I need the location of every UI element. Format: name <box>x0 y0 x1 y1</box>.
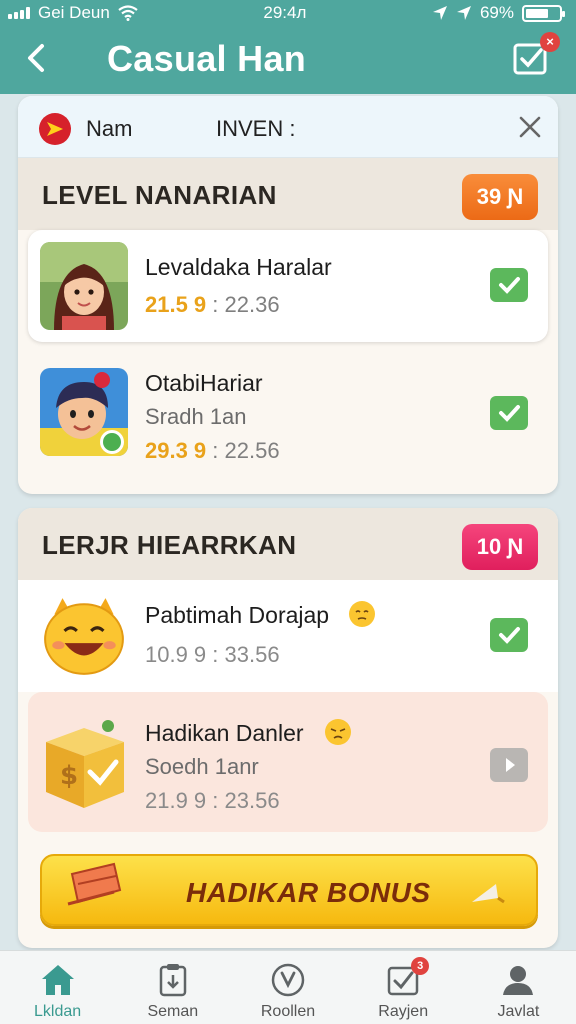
arrow-icon <box>472 884 505 904</box>
battery-percent: 69% <box>479 3 514 22</box>
list-item[interactable]: Pabtimah Dorajap 10.9 9 : 33.56 <box>18 580 558 692</box>
inventory-label: INVEN : <box>216 116 296 141</box>
panel-top-bar: Nam INVEN : <box>18 96 558 158</box>
section-title: LERJR HIEARRKAN <box>42 530 297 560</box>
status-time: 29:4л <box>263 3 307 22</box>
section-title: LEVEL NANARIAN <box>42 180 277 210</box>
section-header: LERJR HIEARRKAN 10 Ɲ <box>18 508 558 580</box>
tasks-button[interactable]: × <box>512 32 560 78</box>
wifi-icon <box>118 5 138 21</box>
compass-icon <box>271 963 305 997</box>
signal-icon <box>8 7 30 19</box>
list-item[interactable]: OtabiHariar Sradh 1an 29.3 9 : 22.56 <box>18 342 558 480</box>
play-button[interactable] <box>490 748 528 782</box>
complete-checkbox[interactable] <box>490 268 528 302</box>
smiley-icon <box>44 598 124 675</box>
emoji-icon <box>325 719 351 745</box>
check-icon <box>499 277 520 294</box>
clipboard-icon <box>159 964 187 997</box>
item-title: Hadikan Danler <box>145 720 304 746</box>
section-header: LEVEL NANARIAN 39 Ɲ <box>18 158 558 230</box>
bonus-label: HADIKAR BONUS <box>186 877 431 908</box>
bonus-button[interactable]: HADIKAR BONUS <box>40 854 538 926</box>
nav-rayjen[interactable]: 3 Rayjen <box>346 951 461 1024</box>
list-item[interactable]: $ Hadikan Danler Soedh 1anr 21.9 9 : 23.… <box>28 692 548 832</box>
close-icon[interactable] <box>516 113 544 141</box>
nav-label: Javlat <box>497 1003 540 1020</box>
item-title: OtabiHariar <box>145 370 263 396</box>
nav-label: Rayjen <box>378 1003 429 1020</box>
bonus-panel: LERJR HIEARRKAN 10 Ɲ Pabtimah Dorajap 10… <box>18 508 558 948</box>
emoji-icon <box>349 601 375 627</box>
sledge-icon <box>67 862 122 906</box>
play-icon <box>506 758 515 772</box>
nav-javlat[interactable]: Javlat <box>461 951 576 1024</box>
item-title: Pabtimah Dorajap <box>145 602 330 628</box>
item-subtitle: Sradh 1an <box>145 404 247 429</box>
nav-roollen[interactable]: Roollen <box>230 951 345 1024</box>
carrier-label: Gei Deun <box>38 3 110 22</box>
nav-label: Seman <box>147 1003 199 1020</box>
notification-badge: 3 <box>411 957 430 975</box>
item-time: 10.9 9 : 33.56 <box>145 642 280 667</box>
nav-home[interactable]: Lkldan <box>0 951 115 1024</box>
user-name: Nam <box>86 116 133 141</box>
complete-checkbox[interactable] <box>490 396 528 430</box>
item-time: 29.3 9 : 22.56 <box>145 438 280 463</box>
list-item[interactable]: Levaldaka Haralar 21.5 9 : 22.36 <box>28 230 548 342</box>
notification-badge: × <box>540 32 560 52</box>
page-title: Casual Han <box>107 38 307 79</box>
count-badge[interactable]: 39 Ɲ <box>462 174 538 220</box>
status-bar: Gei Deun 29:4л 69% <box>0 0 576 26</box>
treasure-box-icon: $ <box>46 720 124 808</box>
bottom-nav: Lkldan Seman Roollen 3 Rayjen Javlat <box>0 950 576 1024</box>
avatar <box>40 368 128 456</box>
item-time: 21.5 9 : 22.36 <box>145 292 280 317</box>
location-icon <box>432 6 447 20</box>
nav-label: Roollen <box>260 1003 316 1020</box>
app-header: Casual Han × <box>0 26 576 94</box>
item-time: 21.9 9 : 23.56 <box>145 788 280 813</box>
svg-text:$: $ <box>60 761 78 791</box>
home-icon <box>41 965 74 995</box>
complete-checkbox[interactable] <box>490 618 528 652</box>
battery-icon <box>522 4 565 22</box>
check-icon <box>499 405 520 422</box>
count-badge[interactable]: 10 Ɲ <box>462 524 538 570</box>
nav-seman[interactable]: Seman <box>115 951 230 1024</box>
level-panel: Nam INVEN : LEVEL NANARIAN 39 Ɲ Levaldak… <box>18 96 558 494</box>
profile-icon <box>503 966 534 995</box>
back-icon[interactable] <box>18 36 58 80</box>
item-subtitle: Soedh 1anr <box>145 754 259 779</box>
item-title: Levaldaka Haralar <box>145 254 332 280</box>
location-icon <box>456 6 471 20</box>
check-icon <box>499 627 520 644</box>
nav-label: Lkldan <box>34 1003 82 1020</box>
avatar <box>40 242 128 330</box>
flag-icon <box>39 113 71 145</box>
